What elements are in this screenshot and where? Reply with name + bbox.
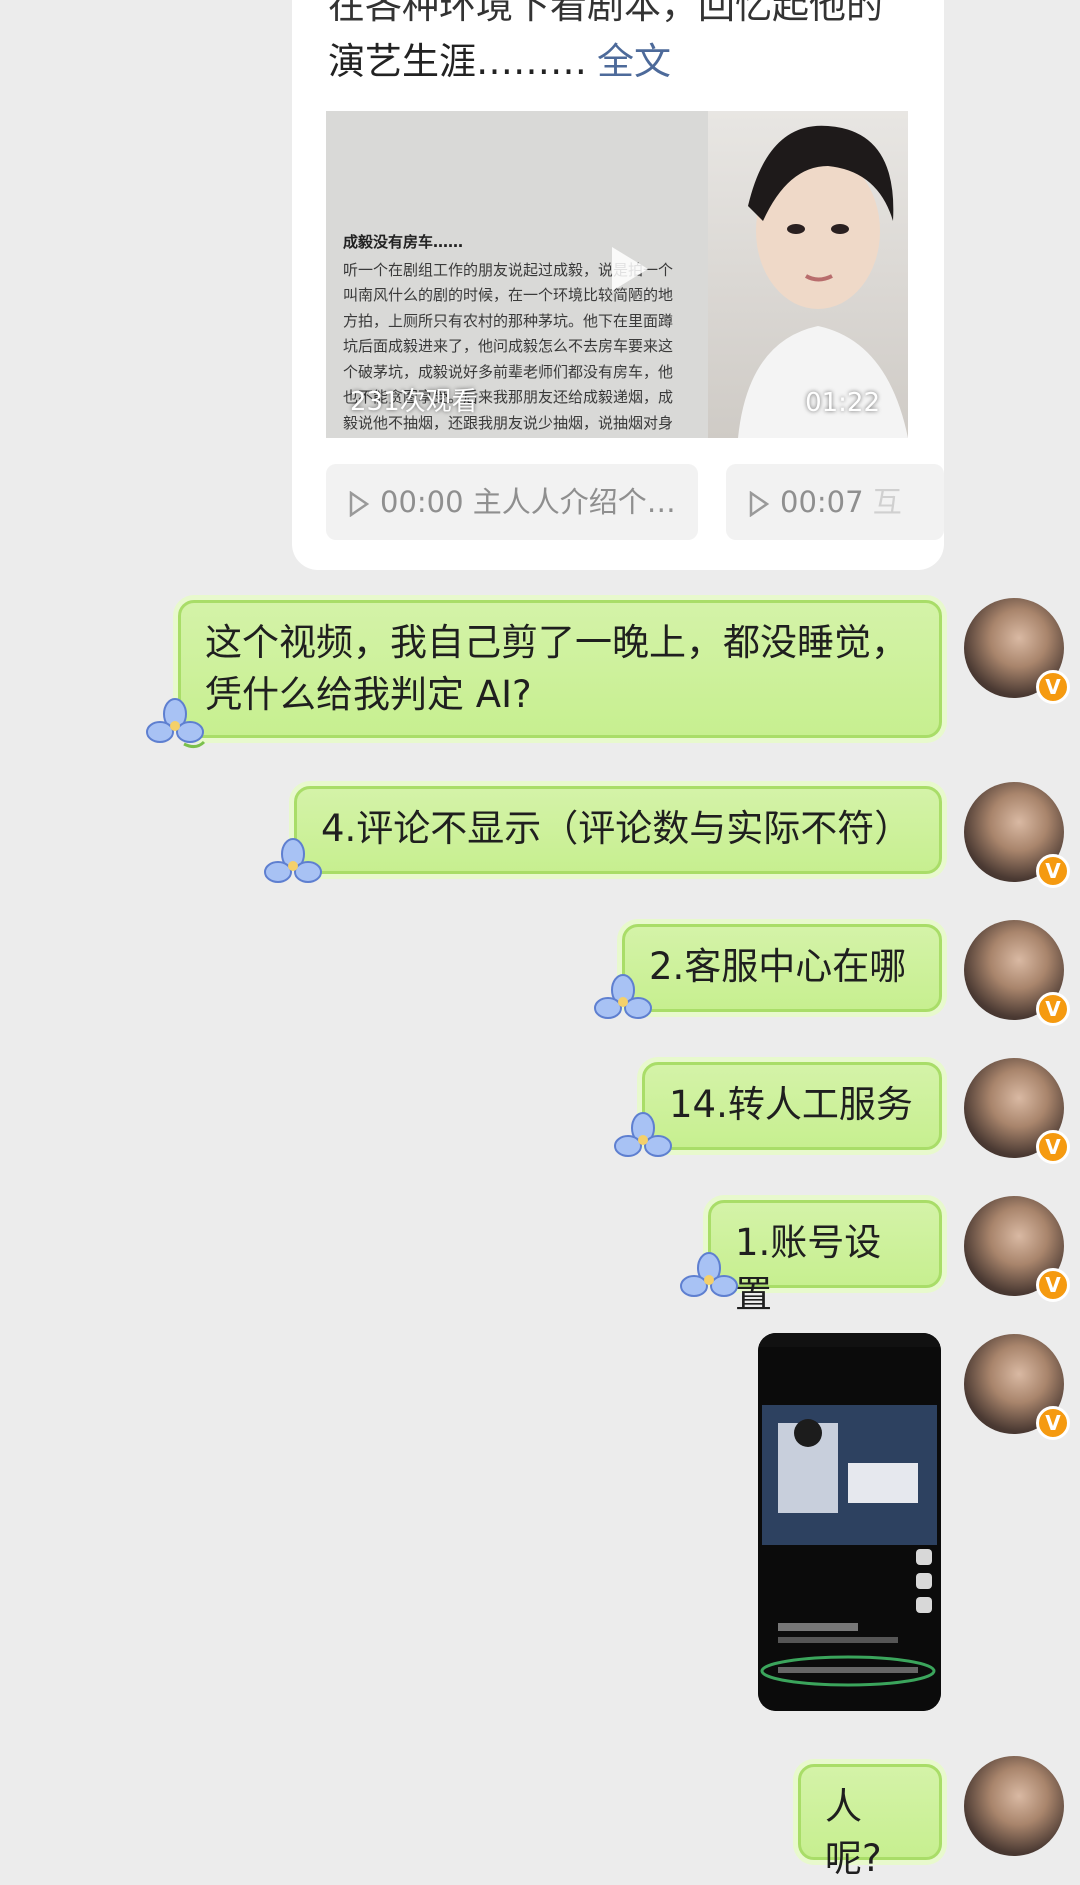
message-bubble[interactable]: 2.客服中心在哪 [622, 924, 942, 1012]
screenshot-image [758, 1333, 941, 1711]
message-text: 4.评论不显示（评论数与实际不符） [321, 807, 912, 850]
flower-sticker-icon [594, 974, 652, 1019]
view-count: 231次观看 [350, 387, 478, 417]
article-excerpt-line2: 演艺生涯……… [328, 40, 587, 83]
video-caption-title: 成毅没有房车…… [343, 233, 464, 251]
message-text: 2.客服中心在哪 [649, 945, 907, 988]
avatar[interactable]: V [964, 920, 1070, 1026]
flower-sticker-icon [146, 698, 206, 749]
avatar[interactable]: V [964, 1334, 1070, 1440]
play-icon[interactable] [598, 239, 658, 299]
read-more-link[interactable]: 全文 [597, 40, 671, 83]
video-duration: 01:22 [805, 388, 880, 418]
flower-sticker-icon [680, 1252, 738, 1297]
video-thumbnail[interactable]: 成毅没有房车…… 听一个在剧组工作的朋友说起过成毅，说是拍一个 叫南风什么的剧的时… [326, 111, 908, 438]
message-bubble[interactable]: 14.转人工服务 [642, 1062, 942, 1150]
chip-text: 互 [872, 485, 902, 519]
avatar[interactable] [964, 1756, 1064, 1856]
message-bubble[interactable]: 4.评论不显示（评论数与实际不符） [294, 786, 942, 874]
play-small-icon [349, 491, 370, 517]
timestamp-chip[interactable]: 00:07 互 [726, 464, 944, 540]
verified-badge: V [1036, 670, 1070, 704]
article-excerpt: 在各种环境下看剧本，回忆起他的 演艺生涯……… 全文 [328, 0, 918, 90]
play-small-icon [749, 491, 770, 517]
avatar[interactable]: V [964, 598, 1070, 704]
flower-sticker-icon [264, 838, 322, 883]
avatar[interactable]: V [964, 782, 1070, 888]
message-text: 1.账号设置 [735, 1221, 882, 1316]
avatar-image [964, 1756, 1064, 1856]
image-message[interactable] [758, 1333, 941, 1711]
chip-time: 00:07 [780, 485, 864, 519]
message-bubble[interactable]: 人呢? [798, 1764, 942, 1880]
avatar[interactable]: V [964, 1196, 1070, 1302]
message-text: 这个视频，我自己剪了一晚上，都没睡觉，凭什么给我判定 AI? [205, 621, 908, 716]
shared-article-card[interactable]: 在各种环境下看剧本，回忆起他的 演艺生涯……… 全文 成毅没有房车…… 听一个在剧组… [292, 0, 944, 570]
verified-badge: V [1036, 1268, 1070, 1302]
chip-text: 主人人介绍个… [472, 485, 676, 519]
verified-badge: V [1036, 992, 1070, 1026]
verified-badge: V [1036, 854, 1070, 888]
flower-sticker-icon [614, 1112, 672, 1157]
chip-time: 00:00 [380, 485, 464, 519]
timestamp-chip[interactable]: 00:00 主人人介绍个… [326, 464, 698, 540]
avatar[interactable]: V [964, 1058, 1070, 1164]
verified-badge: V [1036, 1130, 1070, 1164]
verified-badge: V [1036, 1406, 1070, 1440]
message-bubble[interactable]: 1.账号设置 [708, 1200, 942, 1316]
article-excerpt-line1: 在各种环境下看剧本，回忆起他的 [328, 0, 883, 27]
message-text: 人呢? [825, 1785, 882, 1880]
message-bubble[interactable]: 这个视频，我自己剪了一晚上，都没睡觉，凭什么给我判定 AI? [178, 600, 942, 738]
message-text: 14.转人工服务 [669, 1083, 913, 1126]
